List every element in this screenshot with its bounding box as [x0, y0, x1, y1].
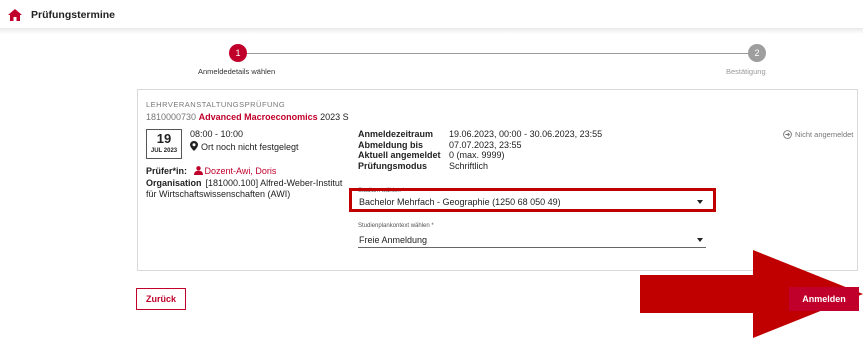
examiner-label: Prüfer*in: [146, 166, 188, 176]
detail-key: Aktuell angemeldet [358, 150, 441, 160]
course-type: LEHRVERANSTALTUNGSPRÜFUNG [146, 100, 286, 109]
stepper-line [240, 53, 756, 54]
annotation-highlight-box [349, 188, 716, 212]
exam-day: 19 [156, 131, 172, 146]
step-2-label: Bestätigung [726, 67, 766, 76]
exam-month-year: JUL 2023 [150, 148, 178, 154]
step-1-label: Anmeldedetails wählen [198, 67, 276, 76]
back-button[interactable]: Zurück [136, 288, 186, 310]
course-link[interactable]: Advanced Macroeconomics [199, 112, 318, 122]
examiner: Prüfer*in: Dozent-Awi, Doris [146, 166, 276, 176]
detail-key: Anmeldezeitraum [358, 129, 434, 139]
organisation-label: Organisation [146, 178, 202, 188]
registration-status-text: Nicht angemeldet [795, 130, 854, 139]
organisation-line-2: für Wirtschaftswissenschaften (AWI) [146, 189, 291, 199]
course-line: 1810000730 Advanced Macroeconomics 2023 … [146, 112, 349, 122]
organisation-line-1: [181000.100] Alfred-Weber-Institut [205, 178, 343, 188]
detail-value: 19.06.2023, 00:00 - 30.06.2023, 23:55 [449, 129, 603, 139]
kontext-label: Studienplankontext wählen * [358, 223, 434, 229]
examiner-link[interactable]: Dozent-Awi, Doris [205, 166, 277, 176]
person-icon [193, 166, 203, 175]
detail-row: Anmeldezeitraum 19.06.2023, 00:00 - 30.06… [358, 129, 602, 140]
arrow-circle-icon [783, 130, 792, 139]
detail-row: Prüfungsmodus Schriftlich [358, 161, 602, 172]
exam-location-text: Ort noch nicht festgelegt [201, 142, 299, 152]
step-2-indicator: 2 [748, 44, 766, 62]
course-semester: 2023 S [320, 112, 349, 122]
header-divider [0, 28, 863, 34]
course-id: 1810000730 [146, 112, 197, 122]
submit-button[interactable]: Anmelden [789, 287, 859, 311]
map-pin-icon [190, 141, 198, 151]
home-icon[interactable] [8, 9, 22, 21]
page-title: Prüfungstermine [31, 9, 116, 21]
detail-key: Prüfungsmodus [358, 160, 427, 171]
chevron-down-icon [697, 238, 703, 242]
kontext-select[interactable]: Freie Anmeldung [358, 233, 706, 248]
step-1-indicator: 1 [229, 44, 247, 62]
exam-details: Anmeldezeitraum 19.06.2023, 00:00 - 30.06… [358, 129, 602, 171]
kontext-value: Freie Anmeldung [359, 235, 428, 245]
detail-row: Abmeldung bis 07.07.2023, 23:55 [358, 140, 602, 151]
detail-value: Schriftlich [449, 160, 489, 171]
detail-row: Aktuell angemeldet 0 (max. 9999) [358, 150, 602, 161]
exam-location: Ort noch nicht festgelegt [190, 141, 299, 152]
detail-value: 0 (max. 9999) [449, 150, 505, 160]
exam-time: 08:00 - 10:00 [190, 129, 244, 139]
organisation: Organisation [181000.100] Alfred-Weber-In… [146, 178, 342, 200]
registration-status: Nicht angemeldet [783, 130, 853, 139]
detail-value: 07.07.2023, 23:55 [449, 139, 522, 150]
detail-key: Abmeldung bis [358, 139, 423, 150]
exam-date-box: 19 JUL 2023 [146, 129, 182, 159]
